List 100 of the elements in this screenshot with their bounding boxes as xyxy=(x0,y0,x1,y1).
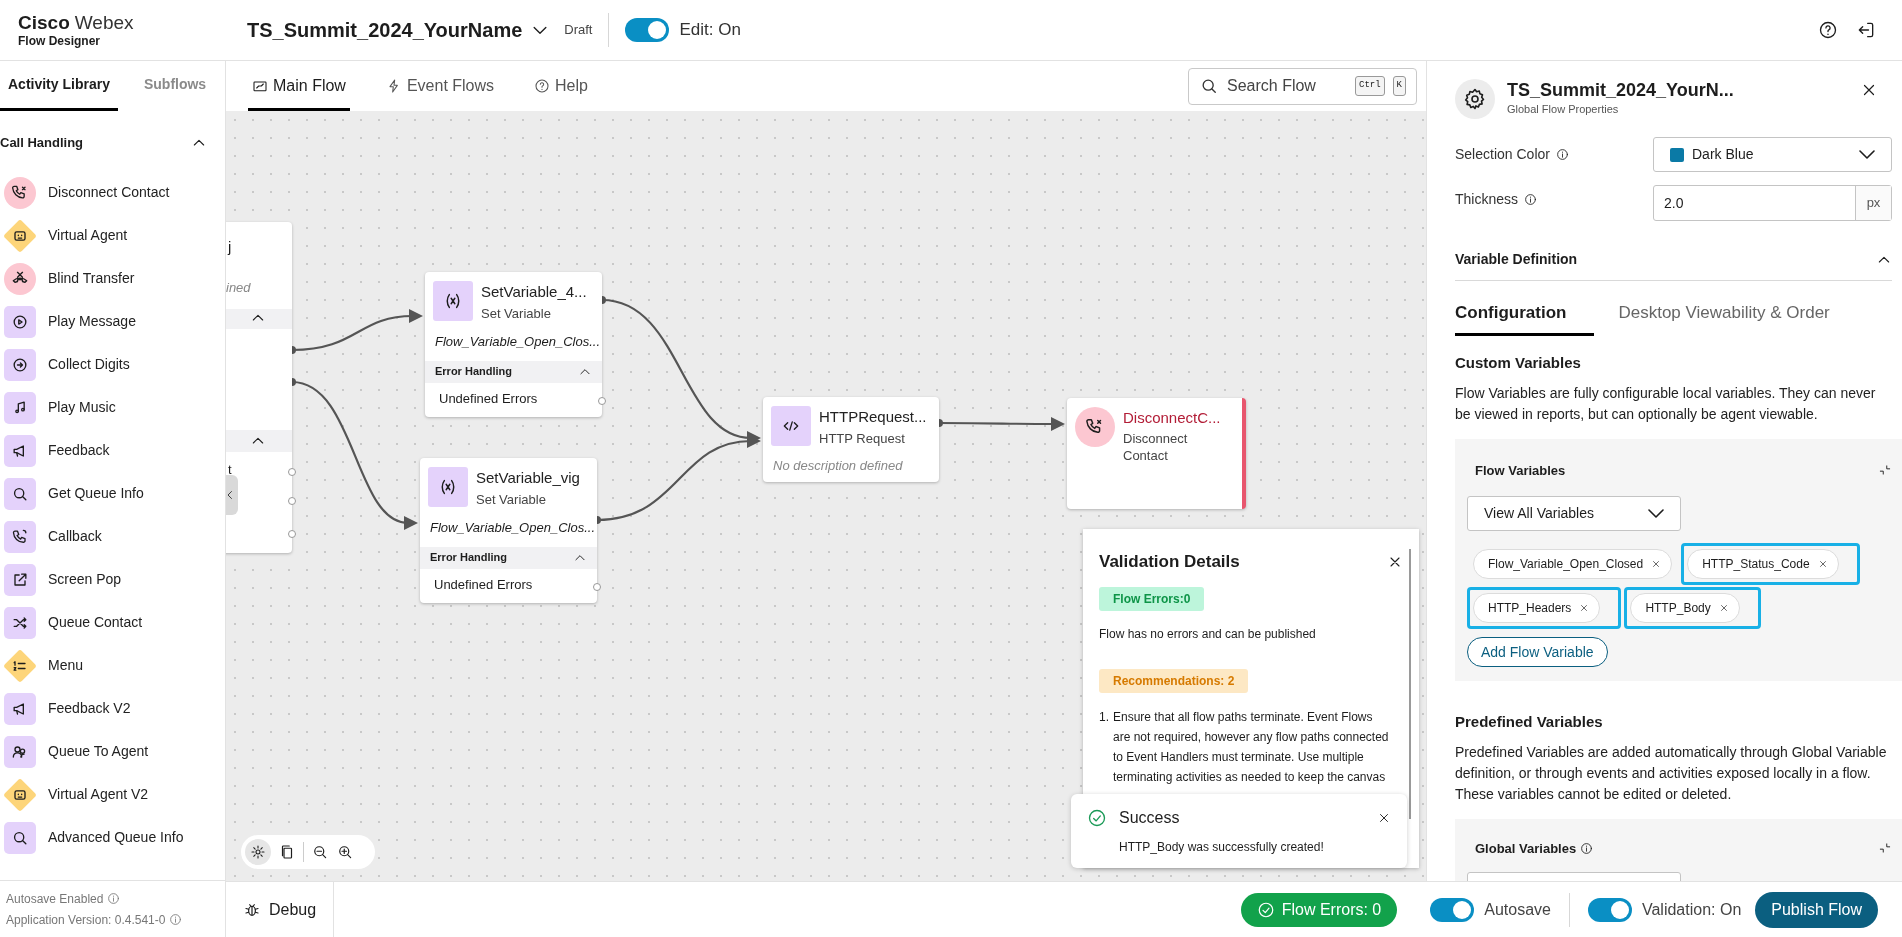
activity-item[interactable]: Advanced Queue Info xyxy=(0,816,225,859)
info-icon xyxy=(1555,148,1569,161)
activity-item[interactable]: Callback xyxy=(0,515,225,558)
status-label: Draft xyxy=(564,21,593,40)
node-description: ined xyxy=(226,279,251,297)
node-type: Set Variable xyxy=(476,490,547,509)
activity-item[interactable]: Queue To Agent xyxy=(0,730,225,773)
panel-title: TS_Summit_2024_YourN... xyxy=(1507,79,1734,101)
activity-item[interactable]: Get Queue Info xyxy=(0,472,225,515)
edit-label: Edit: On xyxy=(679,19,741,42)
publish-button[interactable]: Publish Flow xyxy=(1755,891,1878,928)
chevron-down-icon xyxy=(1859,150,1875,159)
variable-chip[interactable]: HTTP_Headers xyxy=(1473,593,1601,623)
node-title: j xyxy=(228,237,232,257)
collapse-icon[interactable] xyxy=(1878,841,1892,856)
zoom-out-icon[interactable] xyxy=(311,843,329,861)
info-icon xyxy=(107,892,121,905)
flow-name-dropdown[interactable]: TS_Summit_2024_YourName xyxy=(247,15,551,45)
card-title: Global Variables xyxy=(1475,839,1577,858)
panel-title: Validation Details xyxy=(1099,551,1240,573)
activity-item[interactable]: Queue Contact xyxy=(0,601,225,644)
node-type: Set Variable xyxy=(481,304,552,323)
node-type: HTTP Request xyxy=(819,429,906,448)
description-text: Flow Variables are fully configurable local variables. They can never be viewed in reports, but can optionally be agent viewable. xyxy=(1455,383,1877,424)
search-input[interactable]: Search Flow xyxy=(1227,74,1347,98)
toast-title: Success xyxy=(1119,808,1180,828)
thickness-field[interactable]: 2.0 px xyxy=(1653,185,1892,221)
activity-item[interactable]: Virtual Agent xyxy=(0,214,225,257)
activity-item[interactable]: Virtual Agent V2 xyxy=(0,773,225,816)
node-type: Disconnect Contact xyxy=(1123,429,1189,464)
activity-item[interactable]: Feedback V2 xyxy=(0,687,225,730)
search-field[interactable]: Search Flow Ctrl K xyxy=(1188,67,1417,105)
node-title: SetVariable_4... xyxy=(481,282,587,302)
close-icon[interactable] xyxy=(1817,559,1828,569)
footer-text: Application Version: 0.4.541-0 xyxy=(6,911,166,929)
flow-tab[interactable]: Help xyxy=(530,61,592,111)
filter-dropdown[interactable]: View All Variables xyxy=(1467,496,1681,531)
chevron-down-icon xyxy=(1648,509,1664,518)
close-icon[interactable] xyxy=(1579,603,1590,613)
settings-button[interactable] xyxy=(245,839,271,865)
flow-tab[interactable]: Event Flows xyxy=(381,61,499,111)
activity-item[interactable]: Collect Digits xyxy=(0,343,225,386)
recommendation-text: Ensure that all flow paths terminate. Event Flows are not required, however any flow paths connected to Event Handlers must terminate. Use multiple terminating activities as needed to keep the canvas xyxy=(1113,708,1390,786)
activity-item[interactable]: Play Message xyxy=(0,300,225,343)
toggle-switch[interactable] xyxy=(625,18,670,42)
close-icon xyxy=(1377,811,1391,825)
section-title: Variable Definition xyxy=(1455,250,1578,269)
config-tab[interactable]: Configuration xyxy=(1455,293,1595,336)
check-circle-icon xyxy=(1256,900,1275,919)
error-handling-label: Error Handling xyxy=(430,550,507,566)
toggle-switch[interactable] xyxy=(1430,897,1475,922)
node-description: Flow_Variable_Open_Clos... xyxy=(429,519,596,537)
close-button[interactable] xyxy=(1377,811,1391,825)
collapse-icon[interactable] xyxy=(1878,463,1892,478)
error-handling-label: Error Handling xyxy=(435,364,512,380)
variable-chip[interactable]: HTTP_Status_Code xyxy=(1687,549,1839,579)
node-description: No description defined xyxy=(772,457,904,475)
activity-item[interactable]: Feedback xyxy=(0,429,225,472)
variable-chip[interactable]: Flow_Variable_Open_Closed xyxy=(1473,549,1673,579)
toggle-label: Autosave xyxy=(1484,899,1551,920)
info-icon xyxy=(1524,193,1538,206)
help-icon[interactable] xyxy=(1818,20,1838,40)
node-description: Flow_Variable_Open_Clos... xyxy=(434,333,601,351)
list-number: 1. xyxy=(1099,708,1109,726)
activity-item[interactable]: Disconnect Contact xyxy=(0,171,225,214)
activity-item[interactable]: Play Music xyxy=(0,386,225,429)
flow-icon xyxy=(252,78,268,94)
exit-icon[interactable] xyxy=(1856,20,1876,40)
recommendation-count-badge: Recommendations: 2 xyxy=(1099,668,1249,693)
toggle-switch[interactable] xyxy=(1587,897,1632,922)
toggle-label: Validation: On xyxy=(1641,899,1742,920)
thickness-input[interactable]: 2.0 xyxy=(1654,186,1855,220)
panel-subtitle: Global Flow Properties xyxy=(1507,102,1620,117)
add-variable-button[interactable]: Add Flow Variable xyxy=(1467,637,1608,667)
color-dropdown[interactable]: Dark Blue xyxy=(1653,137,1892,172)
activity-item[interactable]: Menu xyxy=(0,644,225,687)
shortcut-key: K xyxy=(1392,76,1406,96)
close-icon[interactable] xyxy=(1718,603,1729,613)
collapse-handle[interactable] xyxy=(226,475,238,515)
zoom-in-icon[interactable] xyxy=(336,843,354,861)
footer-text: Autosave Enabled xyxy=(6,890,104,908)
error-count-badge: Flow Errors:0 xyxy=(1099,586,1205,611)
info-icon xyxy=(1580,841,1594,855)
activity-node[interactable]: HTTPRequest... HTTP Request No description defined xyxy=(763,397,939,482)
check-circle-icon xyxy=(1087,808,1107,828)
app-name: Flow Designer xyxy=(18,34,101,48)
section-heading: Custom Variables xyxy=(1455,353,1582,373)
close-icon[interactable] xyxy=(1651,559,1662,569)
config-tab[interactable]: Desktop Viewability & Order xyxy=(1606,293,1842,336)
activity-item[interactable]: Screen Pop xyxy=(0,558,225,601)
activity-item[interactable]: Blind Transfer xyxy=(0,257,225,300)
status-message: Flow has no errors and can be published xyxy=(1099,625,1317,643)
help-icon xyxy=(534,78,551,94)
debug-button[interactable]: Debug xyxy=(226,882,335,937)
sidebar-tab[interactable]: Activity Library xyxy=(0,61,118,111)
variable-chip[interactable]: HTTP_Body xyxy=(1630,593,1740,623)
shortcut-key: Ctrl xyxy=(1355,76,1385,96)
activity-node[interactable]: DisconnectC... Disconnect Contact xyxy=(1067,398,1246,509)
settings-icon xyxy=(1463,87,1487,111)
toast-message: HTTP_Body was successfully created! xyxy=(1119,839,1325,856)
